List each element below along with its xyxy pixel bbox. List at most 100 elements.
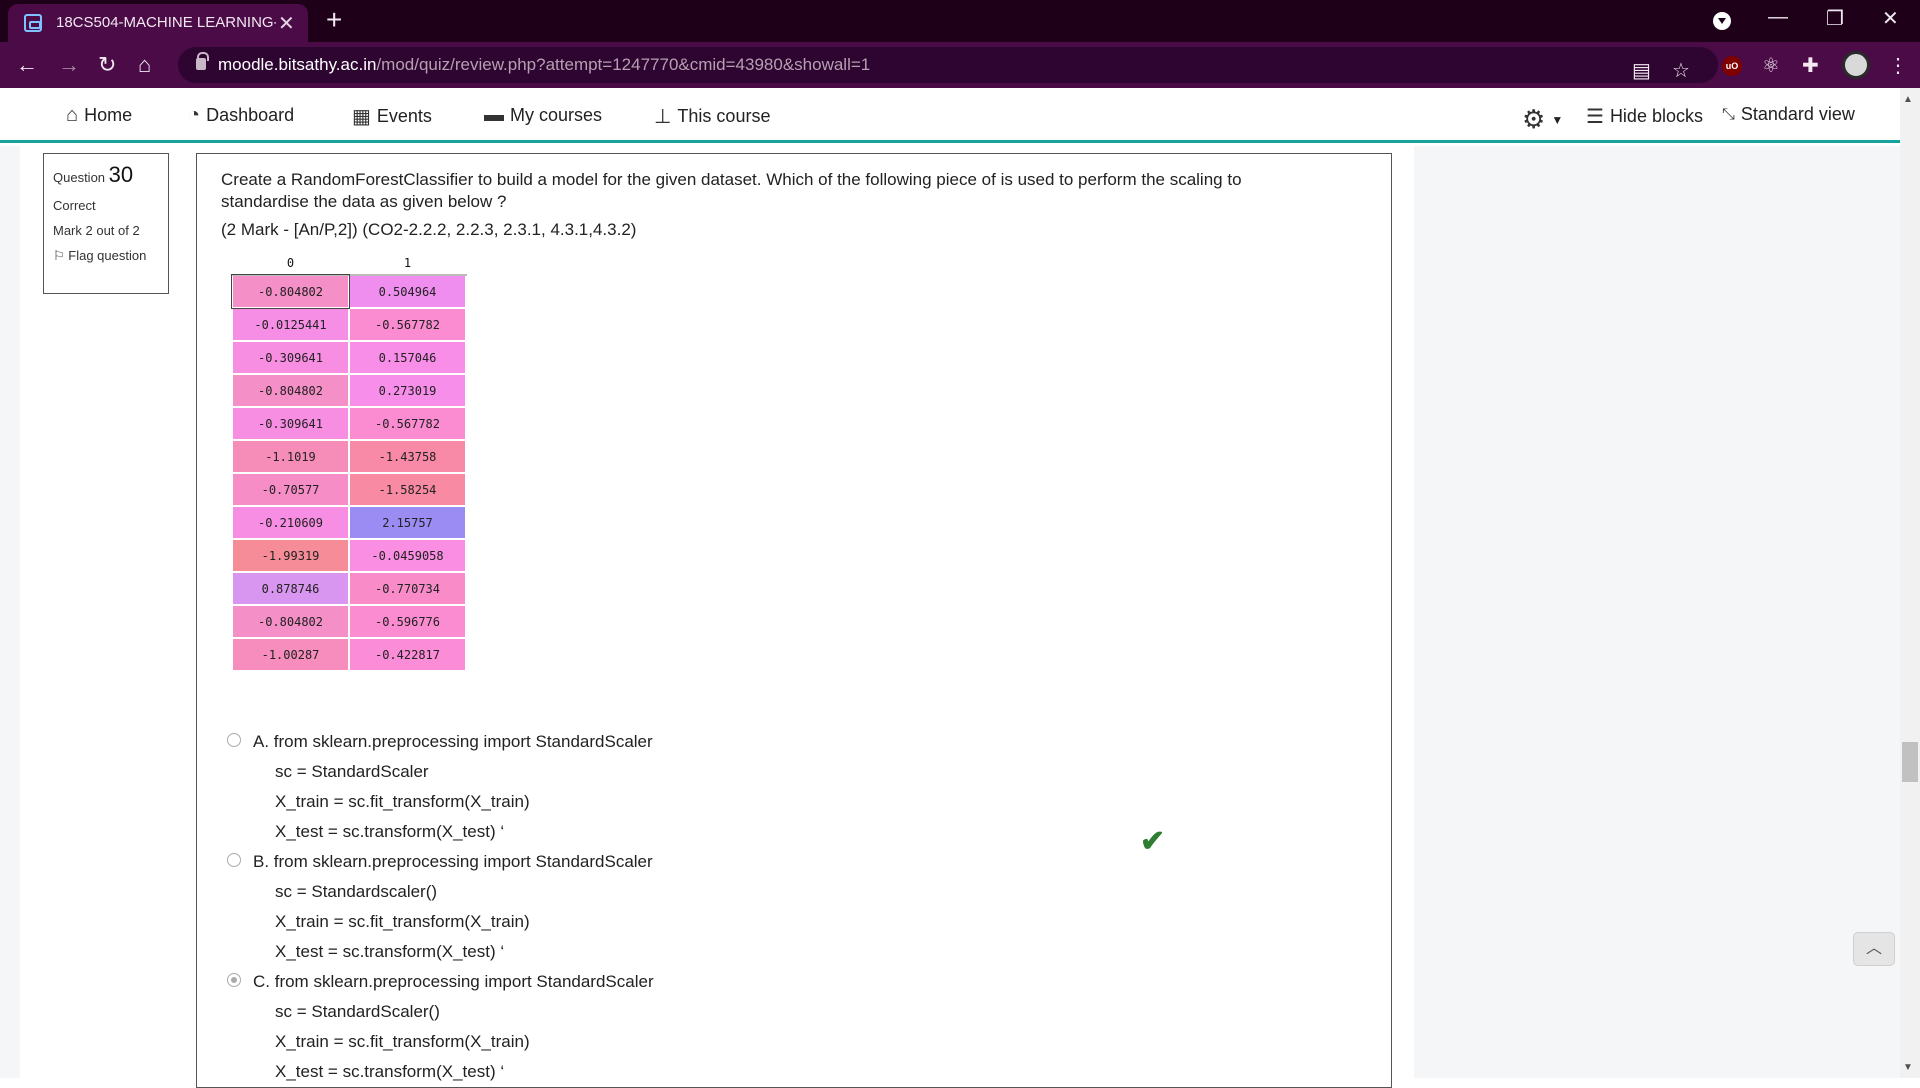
- table-cell: -0.596776: [348, 604, 467, 639]
- table-cell: 0.157046: [348, 340, 467, 375]
- table-cell: -0.309641: [231, 406, 350, 441]
- react-extension-icon[interactable]: ⚛: [1762, 53, 1780, 78]
- table-cell: -0.0125441: [231, 307, 350, 342]
- table-row: -0.309641 0.157046: [231, 340, 467, 375]
- table-cell: -0.70577: [231, 472, 350, 507]
- answer-option[interactable]: A. from sklearn.preprocessing import Sta…: [227, 727, 654, 847]
- url-text: moodle.bitsathy.ac.in/mod/quiz/review.ph…: [218, 55, 871, 74]
- sitemap-icon: ⊥: [654, 106, 672, 128]
- option-label: C. from sklearn.preprocessing import Sta…: [253, 972, 654, 991]
- table-cell: 0.504964: [348, 274, 467, 309]
- table-row: -0.804802 0.273019: [231, 373, 467, 408]
- compress-icon: ⤡: [1722, 105, 1735, 123]
- table-header: 1: [349, 251, 466, 276]
- page-gutter: [0, 146, 20, 1078]
- chevron-up-icon: ︿: [1865, 940, 1882, 957]
- nav-this-course[interactable]: ⊥ This course: [654, 104, 770, 129]
- table-cell: -1.58254: [348, 472, 467, 507]
- lock-icon: [196, 52, 209, 70]
- calendar-icon: ▦: [352, 106, 371, 128]
- briefcase-icon: ▬: [484, 104, 504, 126]
- option-code-line: X_train = sc.fit_transform(X_train): [275, 912, 530, 931]
- extensions-puzzle-icon[interactable]: ✚: [1802, 53, 1819, 78]
- dashboard-gauge-icon: ◔: [188, 104, 201, 126]
- minimize-icon[interactable]: —: [1768, 6, 1788, 29]
- gear-icon: ⚙: [1522, 104, 1546, 134]
- table-cell: -0.567782: [348, 307, 467, 342]
- option-label: A. from sklearn.preprocessing import Sta…: [253, 732, 653, 751]
- option-label: B. from sklearn.preprocessing import Sta…: [253, 852, 653, 871]
- table-cell: -0.804802: [231, 604, 350, 639]
- table-row: -0.70577 -1.58254: [231, 472, 467, 507]
- moodle-navbar: ⌂ Home ◔ Dashboard ▦ Events ▬ My courses…: [0, 88, 1900, 143]
- table-header: 0: [232, 251, 349, 276]
- new-tab-icon[interactable]: +: [326, 4, 342, 36]
- scaled-data-table: 0 1 -0.804802 0.504964 -0.0125441 -0.567782…: [231, 251, 467, 672]
- ublock-extension-icon[interactable]: uO: [1722, 56, 1742, 76]
- table-row: -1.1019 -1.43758: [231, 439, 467, 474]
- reload-icon[interactable]: ↻: [98, 52, 116, 78]
- scroll-down-arrow-icon[interactable]: ▼: [1903, 1062, 1913, 1073]
- option-code-line: X_test = sc.transform(X_test) ‘: [275, 822, 505, 841]
- close-tab-icon[interactable]: ✕: [278, 11, 295, 36]
- scrollbar-thumb[interactable]: [1902, 742, 1918, 782]
- question-number: Question 30: [53, 162, 134, 187]
- hide-blocks-button[interactable]: ☰ Hide blocks: [1586, 104, 1703, 129]
- settings-menu[interactable]: ⚙ ▼: [1522, 104, 1563, 135]
- standard-view-button[interactable]: ⤡ Standard view: [1722, 104, 1855, 125]
- option-radio[interactable]: [227, 853, 241, 867]
- nav-my-courses[interactable]: ▬ My courses: [484, 104, 602, 127]
- home-icon[interactable]: ⌂: [138, 52, 151, 78]
- table-row: -0.0125441 -0.567782: [231, 307, 467, 342]
- table-cell: -1.1019: [231, 439, 350, 474]
- browser-toolbar: ← → ↻ ⌂ moodle.bitsathy.ac.in/mod/quiz/r…: [0, 42, 1920, 88]
- table-row: -0.309641 -0.567782: [231, 406, 467, 441]
- table-row: 0.878746 -0.770734: [231, 571, 467, 606]
- moodle-favicon-icon: [24, 14, 42, 32]
- home-icon: ⌂: [66, 104, 79, 126]
- close-window-icon[interactable]: ✕: [1882, 6, 1899, 31]
- table-row: -0.804802 0.504964: [231, 274, 467, 309]
- question-info: Question 30 Correct Mark 2 out of 2 ⚐ Fl…: [43, 153, 169, 294]
- forward-icon[interactable]: →: [58, 52, 80, 78]
- address-bar[interactable]: moodle.bitsathy.ac.in/mod/quiz/review.ph…: [178, 47, 1718, 83]
- table-row: -0.804802 -0.596776: [231, 604, 467, 639]
- table-cell: -1.00287: [231, 637, 350, 672]
- browser-tab[interactable]: 18CS504-MACHINE LEARNING-2 ✕: [8, 4, 308, 42]
- profile-avatar[interactable]: [1842, 51, 1870, 79]
- table-cell: -0.422817: [348, 637, 467, 672]
- checkmark-icon: ✔: [1140, 825, 1166, 858]
- nav-events[interactable]: ▦ Events: [352, 104, 432, 129]
- flag-question-link[interactable]: ⚐ Flag question: [53, 248, 159, 264]
- option-radio[interactable]: [227, 733, 241, 747]
- table-cell: -0.770734: [348, 571, 467, 606]
- tab-title: 18CS504-MACHINE LEARNING-2: [56, 14, 276, 31]
- option-code-line: X_train = sc.fit_transform(X_train): [275, 792, 530, 811]
- tab-search-icon[interactable]: [1713, 12, 1731, 30]
- table-cell: -0.0459058: [348, 538, 467, 573]
- table-cell: -0.309641: [231, 340, 350, 375]
- question-text: Create a RandomForestClassifier to build…: [221, 170, 1242, 211]
- bookmark-star-icon[interactable]: ☆: [1672, 58, 1690, 83]
- back-icon[interactable]: ←: [16, 52, 38, 78]
- restore-icon[interactable]: ❐: [1826, 6, 1844, 31]
- back-to-top-button[interactable]: ︿: [1853, 932, 1895, 966]
- nav-dashboard[interactable]: ◔ Dashboard: [188, 104, 294, 127]
- table-cell: 0.273019: [348, 373, 467, 408]
- option-radio[interactable]: [227, 973, 241, 987]
- browser-menu-icon[interactable]: ⋮: [1888, 53, 1908, 78]
- answer-options: A. from sklearn.preprocessing import Sta…: [227, 727, 654, 1087]
- option-code-line: sc = StandardScaler: [275, 762, 429, 781]
- reader-mode-icon[interactable]: ▤: [1632, 58, 1651, 83]
- table-cell: 0.878746: [231, 571, 350, 606]
- scroll-up-arrow-icon[interactable]: ▲: [1903, 94, 1913, 105]
- table-cell: -1.43758: [348, 439, 467, 474]
- table-cell: -0.567782: [348, 406, 467, 441]
- question-mark-info: (2 Mark - [An/P,2]) (CO2-2.2.2, 2.2.3, 2…: [221, 220, 637, 239]
- answer-option[interactable]: C. from sklearn.preprocessing import Sta…: [227, 967, 654, 1087]
- table-cell: 2.15757: [348, 505, 467, 540]
- nav-home[interactable]: ⌂ Home: [66, 104, 132, 127]
- page-scrollbar[interactable]: [1900, 88, 1920, 1078]
- option-code-line: sc = StandardScaler(): [275, 1002, 440, 1021]
- answer-option[interactable]: B. from sklearn.preprocessing import Sta…: [227, 847, 654, 967]
